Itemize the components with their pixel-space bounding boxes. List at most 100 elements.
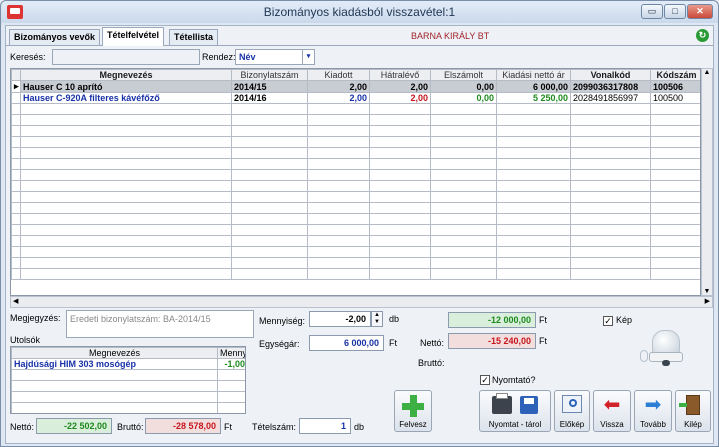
preview-label: Előkép [559, 420, 585, 429]
sort-select[interactable]: Név ▾ [235, 49, 315, 65]
arrow-left-icon: ⬅ [603, 394, 621, 416]
netto-right-field: -15 240,00 [448, 333, 536, 349]
cell-price[interactable]: 5 250,00 [496, 92, 571, 104]
table-row[interactable]: ▸ Hauser C 10 aprító 2014/15 2,00 2,00 0… [11, 80, 700, 93]
exit-button[interactable]: Kilép [675, 390, 711, 432]
col-vonalkod[interactable]: Vonalkód [570, 69, 651, 81]
cell-settled[interactable]: 0,00 [430, 92, 497, 104]
line-total-unit: Ft [539, 315, 547, 325]
empty-row [11, 235, 700, 247]
last-items-label: Utolsók [10, 335, 41, 345]
cell-issued[interactable]: 2,00 [307, 80, 370, 93]
note-field[interactable]: Eredeti bizonylatszám: BA-2014/15 [66, 310, 254, 338]
chevron-down-icon[interactable]: ▾ [302, 50, 314, 64]
kep-label: Kép [616, 315, 633, 325]
cell-remaining[interactable]: 2,00 [369, 80, 431, 93]
last-item-qty[interactable]: -1,00 [217, 358, 245, 370]
col-kiadott[interactable]: Kiadott [307, 69, 370, 81]
col-bizonylatszam[interactable]: Bizonylatszám [231, 69, 308, 81]
exit-label: Kilép [684, 420, 702, 429]
empty-row [11, 158, 700, 170]
cell-doc[interactable]: 2014/16 [231, 92, 308, 104]
cell-issued[interactable]: 2,00 [307, 92, 370, 104]
back-button[interactable]: ⬅ Vissza [593, 390, 631, 432]
maximize-button[interactable]: □ [664, 4, 686, 19]
cell-name[interactable]: Hauser C 10 aprító [20, 80, 232, 93]
quantity-stepper[interactable]: -2,00 [309, 311, 371, 327]
tab-tetellista[interactable]: Tétellista [169, 29, 219, 45]
footer-brutto-label: Bruttó: [117, 422, 144, 432]
cell-code[interactable]: 100506 [650, 80, 700, 93]
company-name: BARNA KIRÁLY BT [411, 31, 490, 41]
empty-row [11, 103, 700, 115]
unit-price-unit: Ft [389, 338, 397, 348]
exit-door-icon [679, 395, 700, 415]
scroll-right-icon[interactable]: ▶ [705, 297, 710, 305]
kep-checkbox[interactable]: ✓ [603, 316, 613, 326]
item-count-field: 1 [299, 418, 351, 434]
title-bar: Bizományos kiadásból visszavétel:1 ▭ □ ✕ [1, 1, 718, 23]
cell-name[interactable]: Hauser C-920A filteres kávéfőző [20, 92, 232, 104]
row-marker: ▸ [11, 80, 21, 93]
footer-netto-field: -22 502,00 [36, 418, 112, 434]
refresh-icon[interactable]: ↻ [696, 29, 709, 42]
col-last-qty[interactable]: Mennyi [217, 347, 245, 359]
col-megnevezes[interactable]: Megnevezés [20, 69, 232, 81]
tab-tetelfelvetel[interactable]: Tételfelvétel [102, 27, 165, 46]
note-label: Megjegyzés: [10, 313, 61, 323]
table-row[interactable]: Hauser C-920A filteres kávéfőző 2014/16 … [11, 92, 700, 104]
cell-code[interactable]: 100500 [650, 92, 700, 104]
application-window: Bizományos kiadásból visszavétel:1 ▭ □ ✕… [0, 0, 719, 447]
tab-bizomanyos-vevok[interactable]: Bizományos vevők [9, 29, 101, 45]
scroll-up-icon[interactable]: ▲ [702, 69, 712, 76]
netto-right-unit: Ft [539, 336, 547, 346]
preview-button[interactable]: Előkép [554, 390, 590, 432]
search-input[interactable] [52, 49, 200, 65]
cell-remaining[interactable]: 2,00 [369, 92, 431, 104]
vertical-scrollbar[interactable]: ▲ ▼ [701, 68, 713, 296]
footer-netto-label: Nettó: [10, 422, 35, 432]
cell-settled[interactable]: 0,00 [430, 80, 497, 93]
add-icon [402, 395, 424, 417]
col-elszamolt[interactable]: Elszámolt [430, 69, 497, 81]
col-kodszam[interactable]: Kódszám [650, 69, 700, 81]
cell-barcode[interactable]: 2099036317808 [570, 80, 651, 93]
minimize-button[interactable]: ▭ [641, 4, 663, 19]
col-kiadasi-netto-ar[interactable]: Kiadási nettó ár [496, 69, 571, 81]
row-marker [11, 92, 21, 104]
empty-row [11, 180, 700, 192]
scroll-left-icon[interactable]: ◀ [13, 297, 18, 305]
cell-barcode[interactable]: 2028491856997 [570, 92, 651, 104]
empty-row [11, 224, 700, 236]
printer-icon [492, 393, 512, 414]
unit-price-field[interactable]: 6 000,00 [309, 335, 384, 351]
last-item-name[interactable]: Hajdúsági HIM 303 mosógép [11, 358, 218, 370]
empty-row [11, 257, 700, 269]
felvesz-button[interactable]: Felvesz [394, 390, 432, 432]
window-title: Bizományos kiadásból visszavétel:1 [263, 5, 456, 19]
col-last-name[interactable]: Megnevezés [11, 347, 218, 359]
item-count-label: Tételszám: [252, 422, 297, 432]
quantity-unit: db [389, 314, 400, 324]
empty-row [11, 169, 700, 181]
close-button[interactable]: ✕ [687, 4, 713, 19]
sort-value: Név [239, 52, 256, 62]
next-button[interactable]: ➡ Tovább [634, 390, 672, 432]
empty-row [11, 213, 700, 225]
col-hatralevo[interactable]: Hátralévő [369, 69, 431, 81]
list-item[interactable]: Hajdúsági HIM 303 mosógép -1,00 [11, 358, 245, 370]
empty-row [11, 268, 700, 280]
nyomtato-checkbox[interactable]: ✓ [480, 375, 490, 385]
empty-row [11, 125, 700, 137]
grid-header: Megnevezés Bizonylatszám Kiadott Hátralé… [11, 69, 700, 81]
print-save-button[interactable]: Nyomtat - tárol [479, 390, 551, 432]
horizontal-scrollbar[interactable]: ◀ ▶ [10, 296, 713, 308]
unit-price-label: Egységár: [259, 339, 300, 349]
save-icon [520, 396, 538, 414]
cell-price[interactable]: 6 000,00 [496, 80, 571, 93]
cell-doc[interactable]: 2014/15 [231, 80, 308, 93]
scroll-down-icon[interactable]: ▼ [702, 288, 712, 295]
stepper-arrows-icon[interactable]: ▲ ▼ [371, 311, 383, 327]
last-items-grid: Megnevezés Mennyi Hajdúsági HIM 303 mosó… [10, 346, 246, 414]
footer-ft: Ft [224, 422, 232, 432]
